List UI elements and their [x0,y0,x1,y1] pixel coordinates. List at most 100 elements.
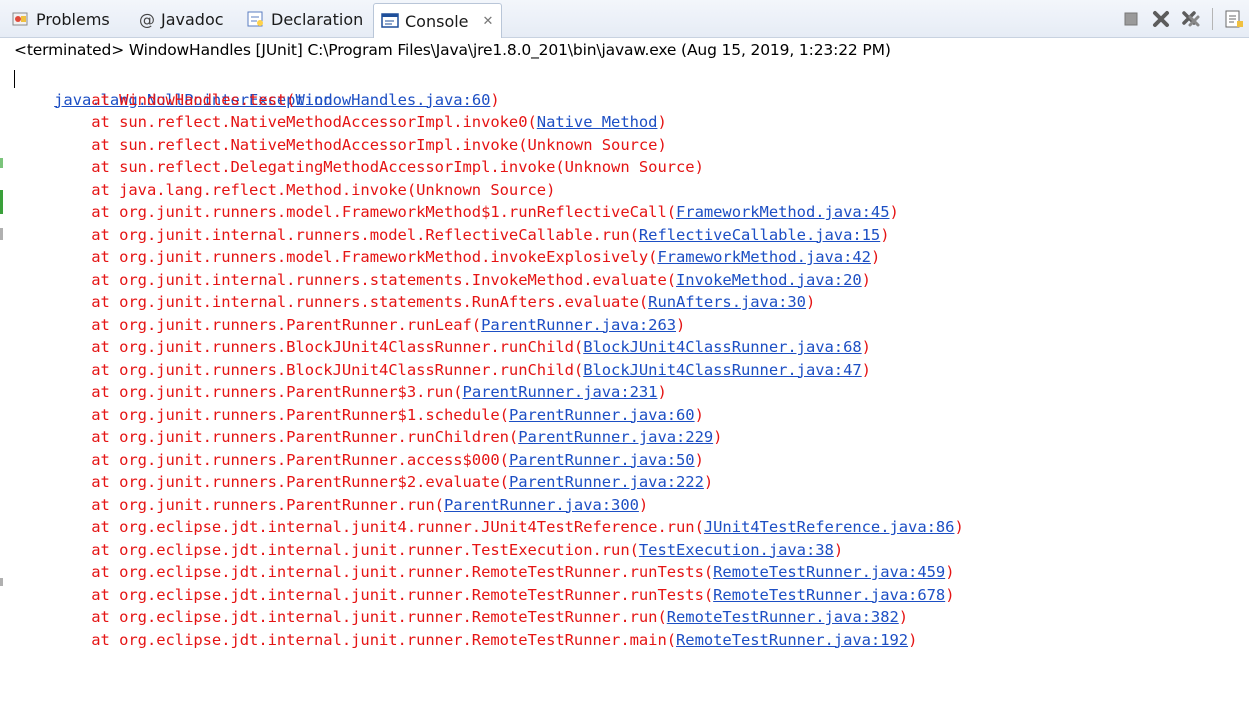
paren-close: ) [945,585,955,604]
paren-close: ) [954,518,964,536]
paren-close: ) [694,405,704,424]
stack-frame-line: at org.junit.internal.runners.statements… [17,269,1249,292]
tab-label: Declaration [271,9,364,29]
source-link[interactable]: InvokeMethod.java:20 [676,271,862,289]
stack-frame-text: at org.junit.runners.ParentRunner.runChi… [17,428,519,446]
source-link[interactable]: RemoteTestRunner.java:459 [713,563,945,581]
stack-frame-line: at org.junit.runners.ParentRunner$3.run(… [17,381,1249,404]
source-link[interactable]: ParentRunner.java:231 [463,383,658,401]
console-toolbar [1116,6,1249,32]
gutter-marker [0,578,3,586]
tab-console[interactable]: Console ✕ [373,3,503,38]
stack-frame-text: at org.eclipse.jdt.internal.junit.runner… [17,540,639,559]
close-icon[interactable]: ✕ [483,14,494,29]
stack-frame-text: at org.junit.internal.runners.model.Refl… [17,225,639,244]
tab-problems[interactable]: Problems [12,4,110,34]
source-link[interactable]: ParentRunner.java:50 [509,451,695,469]
left-gutter [0,38,3,721]
paren-close: ) [694,450,704,469]
stack-frame-text: at org.junit.runners.ParentRunner.runLea… [17,315,482,334]
paren-close: ) [880,225,890,244]
stack-frame-line: at sun.reflect.NativeMethodAccessorImpl.… [17,134,1249,157]
stack-frame-line: at org.eclipse.jdt.internal.junit4.runne… [17,516,1249,539]
console-output[interactable]: java.lang.NullPointerException at Window… [17,66,1249,721]
source-link[interactable]: ParentRunner.java:222 [509,473,704,491]
console-icon [381,12,399,30]
text-caret [14,70,15,88]
stack-frame-line: at org.junit.runners.ParentRunner$1.sche… [17,404,1249,427]
paren-close: ) [805,293,816,311]
stack-frame-line: at org.junit.runners.ParentRunner.run(Pa… [17,494,1249,517]
stack-frame-line: at org.junit.runners.ParentRunner.access… [17,449,1249,472]
stop-icon[interactable] [1120,8,1142,30]
stack-frame-line: at org.junit.runners.model.FrameworkMeth… [17,201,1249,224]
source-link[interactable]: Native Method [537,113,658,131]
paren-close: ) [908,630,918,649]
paren-close: ) [898,608,909,626]
remove-all-icon[interactable] [1180,8,1202,30]
source-link[interactable]: BlockJUnit4ClassRunner.java:68 [583,338,862,356]
paren-close: ) [861,338,871,356]
remove-launch-icon[interactable] [1150,8,1172,30]
stack-frame-line: at java.lang.reflect.Method.invoke(Unkno… [17,179,1249,202]
tab-label: Problems [36,9,110,29]
source-link[interactable]: WindowHandles.java:60 [295,91,490,109]
source-link[interactable]: BlockJUnit4ClassRunner.java:47 [583,361,862,379]
stack-frame-text: at org.junit.runners.ParentRunner$2.eval… [17,473,509,491]
source-link[interactable]: RemoteTestRunner.java:678 [713,586,945,604]
stack-frame-text: at java.lang.reflect.Method.invoke(Unkno… [17,180,556,199]
stack-frame-line: at org.junit.runners.ParentRunner$2.eval… [17,471,1249,494]
console-process-header: <terminated> WindowHandles [JUnit] C:\Pr… [14,41,891,59]
stack-frame-line: at org.junit.runners.BlockJUnit4ClassRun… [17,336,1249,359]
javadoc-icon: @ [139,10,155,29]
paren-close: ) [861,270,871,289]
stack-frame-text: at org.eclipse.jdt.internal.junit4.runne… [17,518,704,536]
stack-frame-text: at org.junit.internal.runners.statements… [17,270,677,289]
paren-close: ) [703,473,714,491]
source-link[interactable]: RemoteTestRunner.java:382 [667,608,899,626]
exception-line: java.lang.NullPointerException [17,66,1249,109]
source-link[interactable]: RunAfters.java:30 [648,293,806,311]
stack-frame-line: at org.eclipse.jdt.internal.junit.runner… [17,629,1249,652]
gutter-marker [0,190,3,214]
stack-frame-text: at org.junit.runners.BlockJUnit4ClassRun… [17,338,584,356]
stack-frame-line: at org.junit.runners.ParentRunner.runLea… [17,314,1249,337]
source-link[interactable]: ParentRunner.java:300 [444,496,639,514]
paren-close: ) [657,113,667,131]
stack-frame-line: at org.eclipse.jdt.internal.junit.runner… [17,584,1249,607]
stack-frame-line: at sun.reflect.DelegatingMethodAccessorI… [17,156,1249,179]
stack-frame-line: at org.eclipse.jdt.internal.junit.runner… [17,606,1249,629]
stack-frame-text: at org.junit.runners.model.FrameworkMeth… [17,248,658,266]
stack-frame-line: at WindowHandles.test(WindowHandles.java… [17,89,1249,112]
stack-frame-line: at org.junit.runners.ParentRunner.runChi… [17,426,1249,449]
tab-label: Javadoc [161,9,224,29]
paren-close: ) [889,203,899,221]
source-link[interactable]: TestExecution.java:38 [639,541,834,559]
stack-trace: at WindowHandles.test(WindowHandles.java… [17,89,1249,652]
stack-frame-text: at org.junit.runners.ParentRunner.access… [17,450,509,469]
stack-frame-text: at org.eclipse.jdt.internal.junit.runner… [17,630,677,649]
source-link[interactable]: JUnit4TestReference.java:86 [704,518,955,536]
source-link[interactable]: ParentRunner.java:60 [509,406,695,424]
stack-frame-text: at org.junit.internal.runners.statements… [17,293,649,311]
paren-close: ) [945,563,955,581]
stack-frame-text: at org.junit.runners.model.FrameworkMeth… [17,203,677,221]
stack-frame-text: at sun.reflect.NativeMethodAccessorImpl.… [17,113,537,131]
source-link[interactable]: ParentRunner.java:229 [518,428,713,446]
stack-frame-text: at org.junit.runners.ParentRunner$3.run( [17,383,463,401]
source-link[interactable]: RemoteTestRunner.java:192 [676,631,908,649]
declaration-icon [247,10,265,28]
tab-declaration[interactable]: Declaration [247,4,363,34]
toolbar-divider [1212,8,1213,30]
tab-javadoc[interactable]: @ Javadoc [139,4,224,34]
clear-console-icon[interactable] [1223,8,1245,30]
stack-frame-text: at org.junit.runners.ParentRunner$1.sche… [17,405,509,424]
view-tab-bar: Problems @ Javadoc Declaration Console ✕ [0,0,1249,38]
source-link[interactable]: ReflectiveCallable.java:15 [639,226,880,244]
paren-close: ) [833,540,844,559]
source-link[interactable]: FrameworkMethod.java:45 [676,203,890,221]
source-link[interactable]: FrameworkMethod.java:42 [657,248,871,266]
paren-close: ) [657,383,667,401]
source-link[interactable]: ParentRunner.java:263 [481,316,676,334]
stack-frame-line: at org.eclipse.jdt.internal.junit.runner… [17,561,1249,584]
